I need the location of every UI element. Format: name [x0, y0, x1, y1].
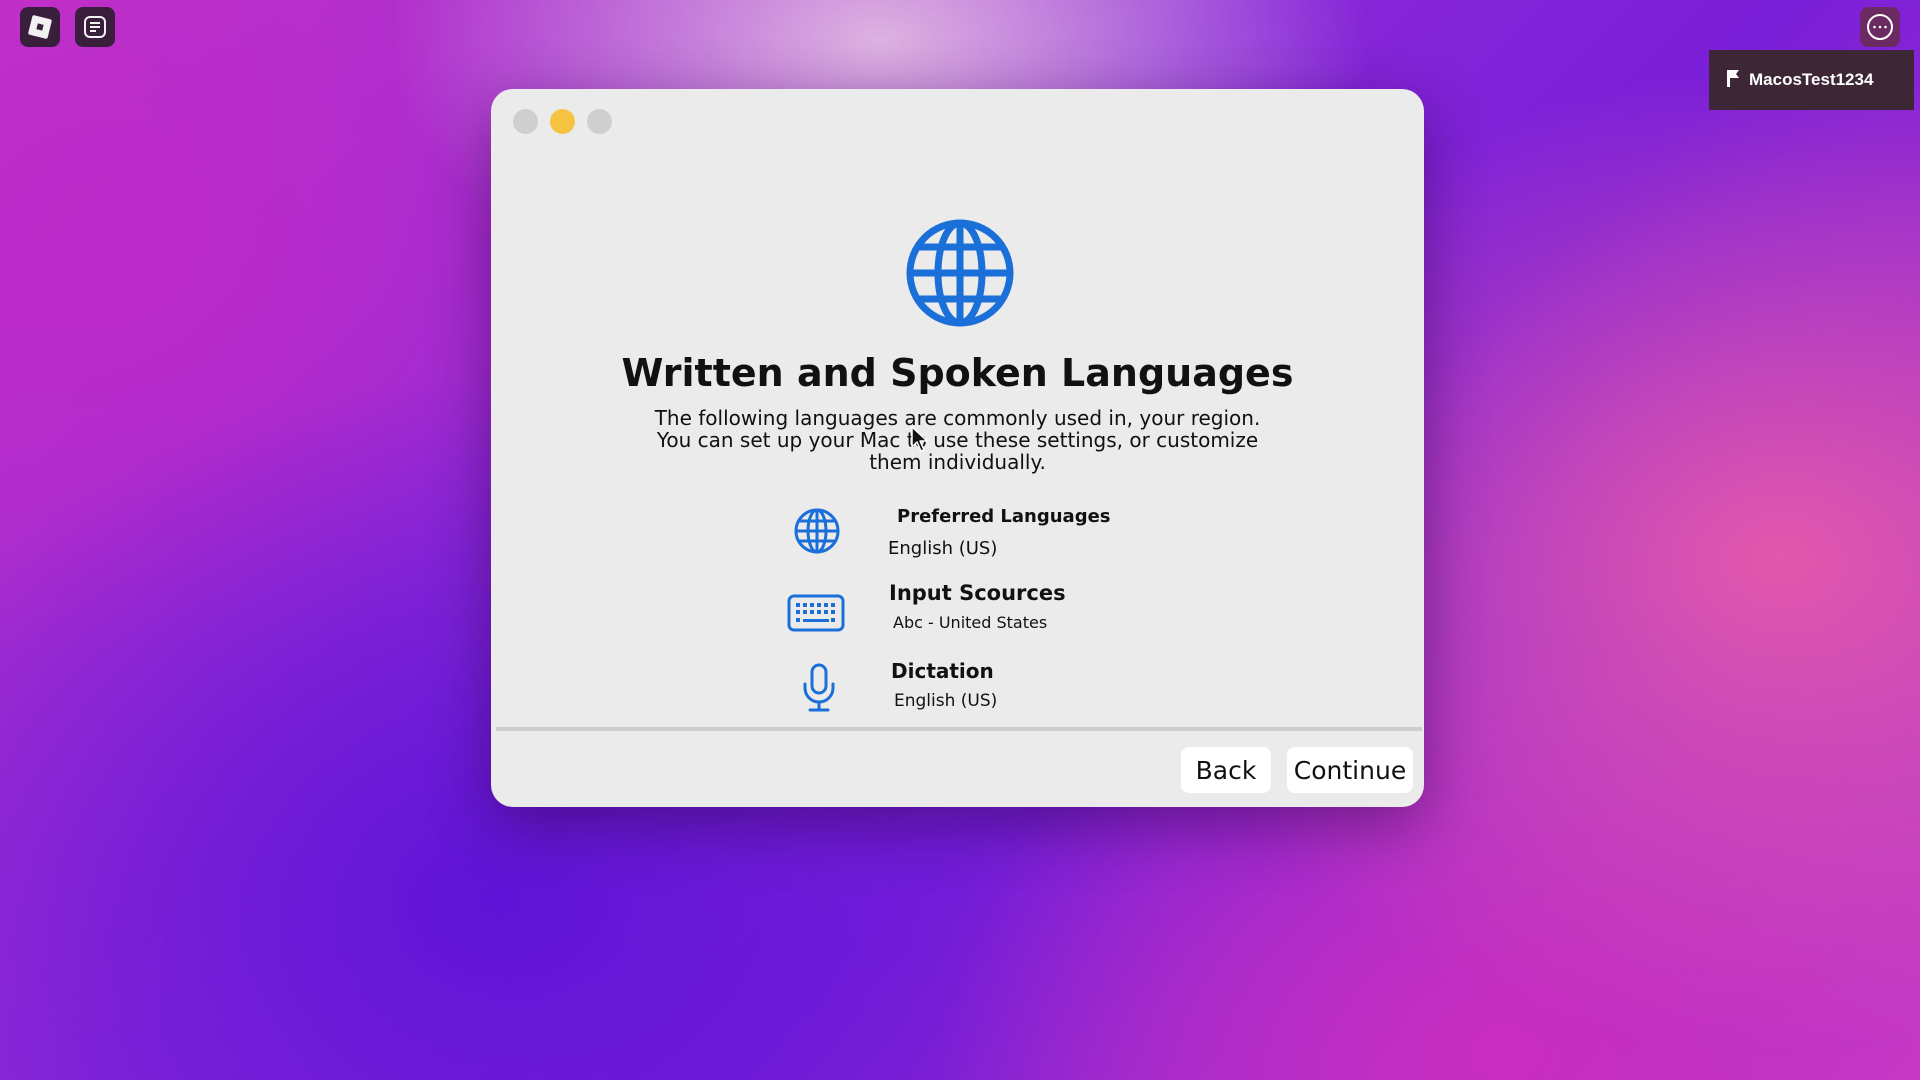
- globe-icon: [794, 508, 840, 554]
- keyboard-icon: [787, 594, 845, 632]
- globe-icon: [906, 219, 1014, 327]
- back-button[interactable]: Back: [1181, 747, 1271, 793]
- more-options-icon[interactable]: [1860, 7, 1900, 47]
- dictation-label: Dictation: [891, 659, 994, 683]
- preferred-languages-label: Preferred Languages: [897, 506, 1111, 527]
- input-sources-label: Input Scources: [889, 581, 1066, 605]
- dictation-value: English (US): [894, 691, 998, 711]
- user-name: MacosTest1234: [1749, 70, 1874, 89]
- continue-button[interactable]: Continue: [1287, 747, 1413, 793]
- microphone-icon: [803, 663, 835, 712]
- notes-icon[interactable]: [75, 7, 115, 47]
- mouse-cursor-icon: [911, 426, 928, 452]
- minimize-window-button[interactable]: [550, 109, 575, 134]
- user-flag-icon: [1725, 68, 1741, 93]
- input-sources-value: Abc - United States: [893, 613, 1048, 632]
- app-launcher-icon[interactable]: [20, 7, 60, 47]
- user-badge: MacosTest1234: [1709, 50, 1914, 110]
- dialog-title: Written and Spoken Languages: [621, 351, 1294, 395]
- setup-dialog: Written and Spoken Languages The followi…: [491, 89, 1424, 807]
- dialog-description: The following languages are commonly use…: [654, 406, 1261, 474]
- zoom-window-button[interactable]: [587, 109, 612, 134]
- footer-divider: [496, 727, 1422, 731]
- close-window-button[interactable]: [513, 109, 538, 134]
- preferred-languages-value: English (US): [888, 538, 998, 559]
